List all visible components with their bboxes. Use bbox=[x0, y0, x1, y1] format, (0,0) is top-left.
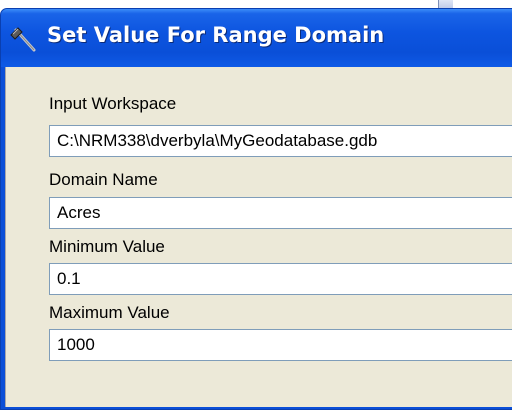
maximum-value-label: Maximum Value bbox=[49, 303, 170, 322]
window-title: Set Value For Range Domain bbox=[47, 23, 385, 47]
tool-dialog-window: Set Value For Range Domain Input Workspa… bbox=[0, 8, 512, 410]
maximum-value-field[interactable]: 1000 bbox=[49, 329, 512, 361]
domain-name-field[interactable]: Acres bbox=[49, 197, 512, 229]
hammer-icon bbox=[10, 27, 36, 52]
domain-name-label: Domain Name bbox=[49, 170, 158, 189]
maximum-value-value: 1000 bbox=[57, 335, 95, 354]
input-workspace-value: C:\NRM338\dverbyla\MyGeodatabase.gdb bbox=[57, 131, 378, 150]
minimum-value-value: 0.1 bbox=[57, 269, 81, 288]
minimum-value-label: Minimum Value bbox=[49, 237, 165, 256]
minimum-value-field[interactable]: 0.1 bbox=[49, 263, 512, 295]
input-workspace-field[interactable]: C:\NRM338\dverbyla\MyGeodatabase.gdb bbox=[49, 125, 512, 157]
title-bar[interactable]: Set Value For Range Domain bbox=[1, 9, 512, 67]
domain-name-value: Acres bbox=[57, 203, 101, 222]
input-workspace-label: Input Workspace bbox=[49, 94, 177, 113]
dialog-body: Input Workspace C:\NRM338\dverbyla\MyGeo… bbox=[5, 67, 512, 407]
